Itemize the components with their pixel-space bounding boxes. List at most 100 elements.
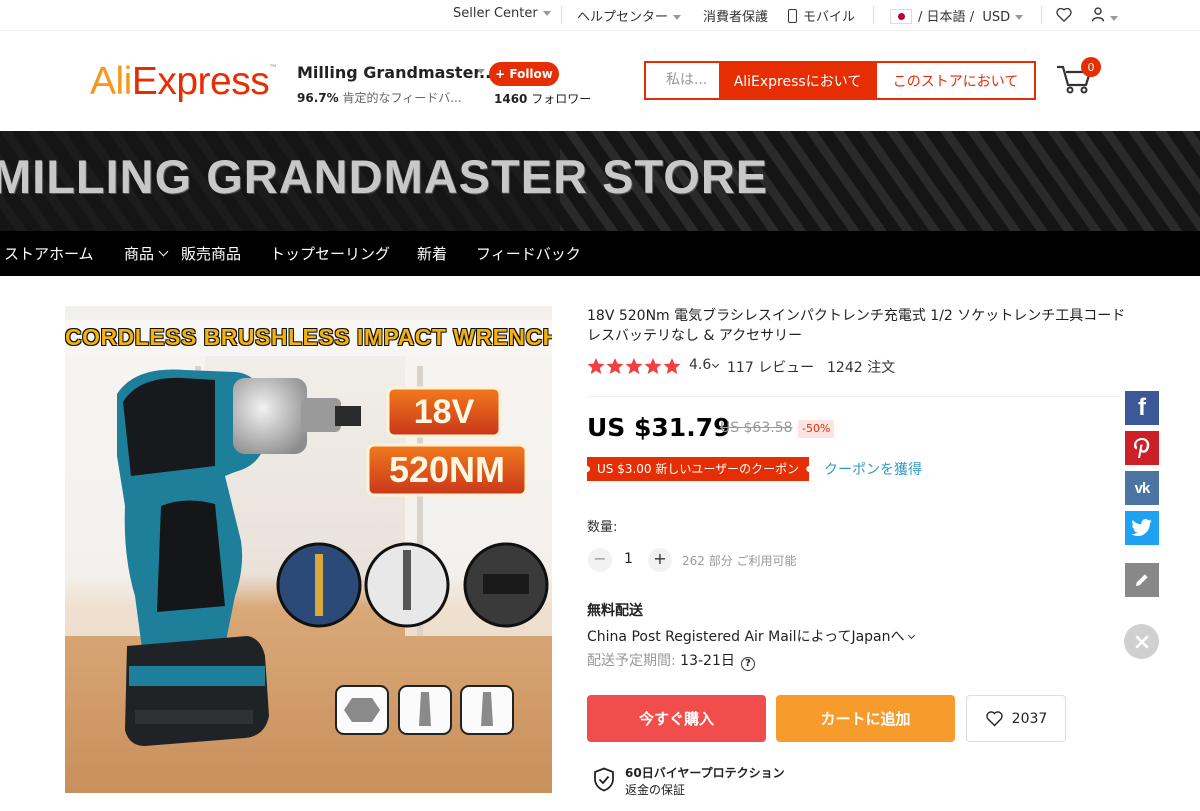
close-icon[interactable]: [1124, 624, 1159, 659]
divider: [873, 6, 874, 24]
star-icon: [625, 358, 643, 374]
image-headline: CORDLESS BRUSHLESS IMPACT WRENCH: [65, 324, 552, 350]
search-aliexpress-button[interactable]: AliExpressにおいて: [719, 63, 876, 98]
quantity-input[interactable]: 1: [624, 551, 633, 567]
torque-badge: 520NM: [388, 449, 506, 490]
divider: [1041, 6, 1042, 24]
search-input[interactable]: 私は...: [646, 63, 718, 98]
wishlist-heart-icon[interactable]: [1056, 7, 1072, 26]
rating-stars: [587, 357, 683, 379]
star-icon: [644, 358, 662, 374]
aliexpress-logo[interactable]: AliExpress™: [90, 60, 276, 104]
locale-selector[interactable]: / 日本語 / USD: [890, 6, 1024, 25]
facebook-share-icon[interactable]: f: [1125, 391, 1159, 425]
japan-flag-icon: [890, 9, 912, 24]
pinterest-share-icon[interactable]: [1125, 431, 1159, 465]
account-user-icon[interactable]: [1091, 7, 1118, 26]
get-coupon-link[interactable]: クーポンを獲得: [824, 459, 922, 479]
discount-badge: -50%: [798, 420, 835, 438]
cart-count-badge: 0: [1081, 57, 1101, 77]
star-icon: [606, 358, 624, 374]
star-icon: [663, 358, 681, 374]
question-icon[interactable]: ?: [740, 657, 755, 671]
locale-separator: /: [918, 10, 923, 25]
feedback-label: 肯定的なフィードバ...: [342, 91, 462, 105]
delivery-label: 配送予定期間:: [587, 653, 676, 669]
followers-count: 1460 フォロワー: [494, 90, 591, 107]
product-main-image[interactable]: CORDLESS BRUSHLESS IMPACT WRENCH 18V 520…: [65, 306, 552, 793]
product-title: 18V 520Nm 電気ブラシレスインパクトレンチ充電式 1/2 ソケットレンチ…: [587, 308, 1126, 344]
search-store-button[interactable]: このストアにおいて: [876, 63, 1034, 98]
logo-text: Ali: [90, 60, 132, 103]
nav-products-label: 商品: [124, 245, 155, 263]
search-bar: 私は... AliExpressにおいて このストアにおいて: [644, 61, 1036, 100]
delivery-value: 13-21日: [680, 653, 735, 669]
reviews-count[interactable]: 117 レビュー: [727, 357, 814, 377]
chevron-down-icon: [673, 15, 682, 20]
help-center-link[interactable]: ヘルプセンター: [577, 6, 682, 25]
wishlist-count: 2037: [1011, 710, 1048, 727]
quantity-increase-button[interactable]: +: [648, 548, 672, 572]
divider: [587, 396, 1122, 397]
seller-center-link[interactable]: Seller Center: [453, 6, 551, 21]
nav-sale-items[interactable]: 販売商品: [181, 243, 241, 264]
twitter-share-icon[interactable]: [1125, 511, 1159, 545]
nav-new-arrivals[interactable]: 新着: [417, 243, 447, 264]
chevron-down-icon: [158, 246, 169, 257]
add-to-cart-button[interactable]: カートに追加: [776, 695, 955, 742]
available-stock: 262 部分 ご利用可能: [682, 554, 797, 568]
phone-icon: [788, 9, 797, 23]
store-banner: MILLING GRANDMASTER STORE: [0, 131, 1200, 231]
mobile-label: モバイル: [803, 10, 856, 25]
original-price: US $63.58: [720, 420, 793, 436]
shipping-title: 無料配送: [587, 603, 643, 619]
follow-button[interactable]: + Follow: [489, 62, 559, 86]
chevron-down-icon[interactable]: [711, 360, 720, 369]
rating-value[interactable]: 4.6: [689, 357, 711, 373]
store-feedback: 96.7% 肯定的なフィードバ...: [297, 89, 462, 106]
feedback-percent: 96.7%: [297, 91, 339, 105]
language-label: 日本語: [926, 10, 966, 25]
top-utility-bar: Seller Center ヘルプセンター 消費者保護 モバイル / 日本語 /…: [0, 0, 1200, 31]
divider: [561, 6, 562, 24]
shipping-method-selector[interactable]: China Post Registered Air MailによってJapanへ: [587, 626, 915, 646]
product-illustration: [65, 306, 552, 793]
voltage-badge: 18V: [413, 393, 475, 431]
chevron-down-icon: [542, 11, 551, 16]
heart-icon: [985, 711, 1003, 727]
buy-now-button[interactable]: 今すぐ購入: [587, 695, 766, 742]
store-name[interactable]: Milling Grandmaster...: [297, 63, 497, 82]
followers-number: 1460: [494, 92, 528, 106]
nav-store-home[interactable]: ストアホーム: [4, 243, 94, 264]
shipping-method-label: China Post Registered Air MailによってJapanへ: [587, 629, 905, 645]
buyer-protection-title: 60日バイヤープロテクション: [625, 766, 785, 780]
mobile-link[interactable]: モバイル: [788, 6, 855, 25]
logo-trademark: ™: [269, 64, 276, 71]
edit-pencil-icon[interactable]: [1125, 563, 1159, 597]
nav-products[interactable]: 商品: [124, 243, 169, 264]
chevron-down-icon: [907, 631, 915, 640]
quantity-label: 数量:: [587, 520, 618, 535]
currency-label: USD: [982, 10, 1011, 25]
logo-text: Express: [131, 60, 270, 103]
store-header: AliExpress™ Milling Grandmaster... 96.7%…: [0, 31, 1200, 131]
nav-top-selling[interactable]: トップセーリング: [270, 243, 390, 264]
followers-label: フォロワー: [531, 92, 592, 106]
consumer-protection-link[interactable]: 消費者保護: [703, 6, 768, 25]
locale-separator: /: [969, 10, 975, 25]
banner-title: MILLING GRANDMASTER STORE: [0, 150, 769, 203]
shield-check-icon: [593, 767, 615, 796]
chevron-down-icon[interactable]: [477, 69, 485, 74]
wishlist-button[interactable]: 2037: [966, 695, 1066, 742]
help-center-label: ヘルプセンター: [577, 10, 669, 25]
buyer-protection-subtitle: 返金の保証: [625, 783, 686, 797]
vk-share-icon[interactable]: vk: [1125, 471, 1159, 505]
current-price: US $31.79: [587, 413, 731, 442]
delivery-estimate: 配送予定期間: 13-21日?: [587, 650, 755, 671]
nav-feedback[interactable]: フィードバック: [476, 243, 581, 264]
new-user-coupon[interactable]: US $3.00 新しいユーザーのクーポン: [587, 457, 810, 481]
store-navigation: ストアホーム 商品 販売商品 トップセーリング 新着 フィードバック: [0, 231, 1200, 276]
seller-center-label: Seller Center: [453, 6, 538, 21]
quantity-decrease-button[interactable]: −: [588, 548, 612, 572]
star-icon: [587, 358, 605, 374]
